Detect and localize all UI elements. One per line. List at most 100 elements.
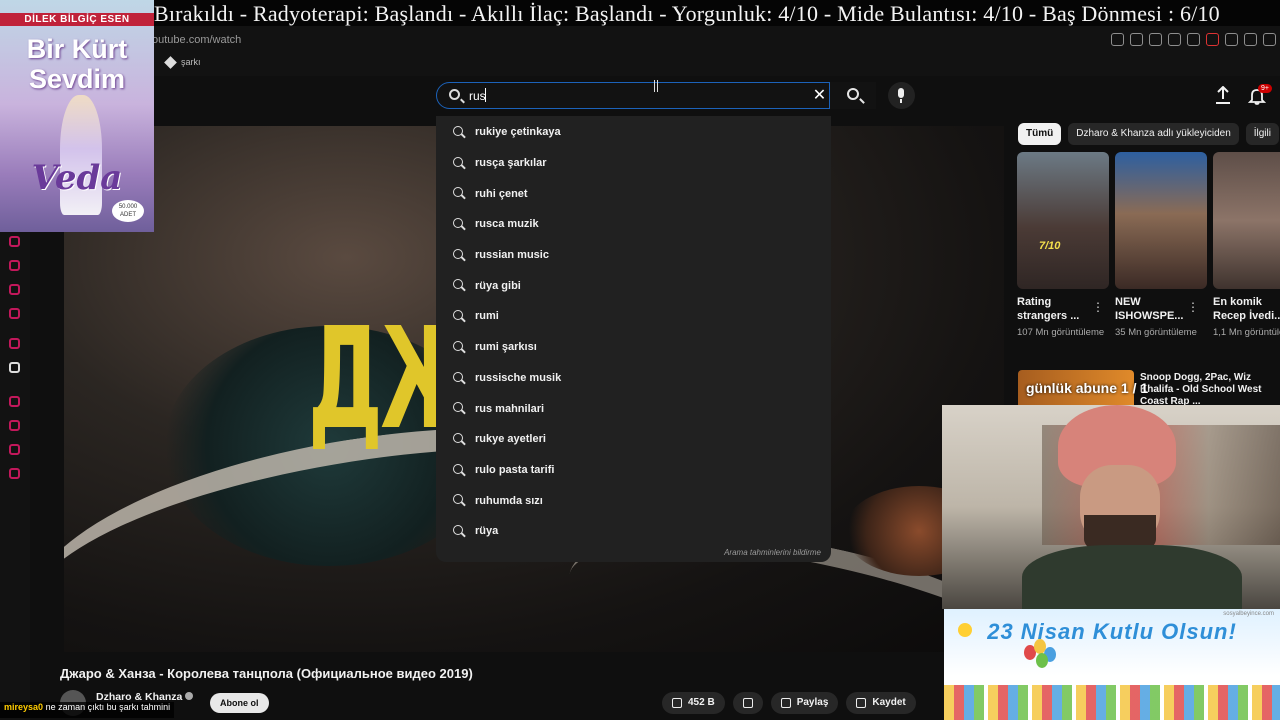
webcam-overlay [942, 405, 1280, 609]
share-icon [780, 698, 791, 708]
upload-icon[interactable] [1215, 86, 1231, 104]
instagram-icon[interactable] [9, 338, 20, 349]
suggestion-item[interactable]: rüya [436, 516, 831, 547]
search-icon [453, 310, 463, 321]
sidebar-app-icon[interactable] [9, 308, 20, 319]
x-icon[interactable] [9, 362, 20, 373]
book-cover-overlay: DİLEK BİLGİÇ ESEN Bir Kürt Sevdim Veda 5… [0, 0, 154, 232]
stream-chat-message: mireysa0 ne zaman çıktı bu şarkı tahmini [0, 702, 175, 718]
video-actions: 452 B Paylaş Kaydet [662, 692, 916, 714]
play-icon[interactable] [1168, 33, 1181, 46]
sidebar-app-icon[interactable] [9, 284, 20, 295]
suggestion-item[interactable]: rumi şarkısı [436, 332, 831, 363]
puzzle-icon[interactable] [1225, 33, 1238, 46]
search-icon [453, 463, 463, 474]
report-predictions-link[interactable]: Arama tahminlerini bildirme [724, 548, 821, 557]
search-input[interactable] [469, 87, 799, 105]
save-button[interactable]: Kaydet [846, 692, 916, 714]
like-button[interactable]: 452 B [662, 692, 725, 714]
chat-text: ne zaman çıktı bu şarkı tahmini [45, 702, 171, 712]
short-thumbnail[interactable]: 7/10 [1017, 152, 1109, 289]
chip-related[interactable]: İlgili [1245, 123, 1279, 145]
suggestion-item[interactable]: russian music [436, 240, 831, 271]
book-author: DİLEK BİLGİÇ ESEN [0, 13, 154, 26]
status-ticker: Bırakıldı - Radyoterapi: Başlandı - Akıl… [0, 0, 1280, 26]
suggestion-label: rüya gibi [475, 279, 521, 292]
sidebar-app-icon[interactable] [9, 236, 20, 247]
opera-extension-icon[interactable] [1206, 33, 1219, 46]
short-card[interactable]: En komik Recep İvedi... 1,1 Mn görüntüle… [1213, 152, 1280, 339]
short-title[interactable]: Rating strangers ... [1017, 295, 1095, 323]
short-thumbnail[interactable] [1115, 152, 1207, 289]
menu-icon[interactable] [1263, 33, 1276, 46]
verified-icon [185, 692, 194, 700]
suggestion-label: rulo pasta tarifi [475, 463, 555, 476]
short-views: 107 Mn görüntüleme [1017, 327, 1105, 338]
chip-all[interactable]: Tümü [1018, 123, 1062, 145]
address-bar[interactable]: outube.com/watch [152, 34, 241, 46]
pin-icon[interactable] [1111, 33, 1124, 46]
sidebar-app-icon[interactable] [9, 396, 20, 407]
tab-icon[interactable] [1130, 33, 1143, 46]
shield-icon[interactable] [1149, 33, 1162, 46]
recommended-title[interactable]: Snoop Dogg, 2Pac, Wiz Khalifa - Old Scho… [1140, 372, 1280, 408]
suggestion-item[interactable]: rüya gibi [436, 270, 831, 301]
settings-icon[interactable] [9, 468, 20, 479]
history-icon[interactable] [9, 420, 20, 431]
stream-overlay-counter: günlük abune 1 / 1 [1026, 380, 1149, 396]
suggestion-item[interactable]: rulo pasta tarifi [436, 455, 831, 486]
subscribe-button[interactable]: Abone ol [210, 693, 269, 713]
suggestion-item[interactable]: ruhi çenet [436, 178, 831, 209]
search-box[interactable] [436, 82, 830, 109]
suggestion-item[interactable]: russische musik [436, 363, 831, 394]
suggestion-label: rus mahnilari [475, 402, 545, 415]
suggestion-label: russian music [475, 249, 549, 262]
more-options-icon[interactable]: ⋮ [1092, 300, 1104, 314]
suggestion-label: rüya [475, 525, 499, 538]
search-icon [453, 248, 463, 259]
browser-toolbar: outube.com/watch şarkı [0, 26, 1280, 76]
thumbs-down-icon [742, 698, 753, 708]
book-title: Bir Kürt Sevdim [26, 34, 128, 94]
suggestion-label: rusça şarkılar [475, 157, 547, 170]
more-options-icon[interactable]: ⋮ [1187, 300, 1199, 314]
mouse-cursor [654, 80, 658, 92]
bookmark-item[interactable]: şarkı [164, 55, 201, 69]
heart-icon[interactable] [1187, 33, 1200, 46]
suggestion-item[interactable]: rumi [436, 301, 831, 332]
search-icon [453, 524, 463, 535]
clear-search-button[interactable]: ✕ [812, 88, 827, 104]
search-icon [453, 156, 463, 167]
suggestion-item[interactable]: rukye ayetleri [436, 424, 831, 455]
search-icon [453, 432, 463, 443]
search-suggestions: rukiye çetinkaya rusça şarkılar ruhi çenet… [436, 116, 831, 562]
suggestion-label: rumi [475, 310, 499, 323]
share-button[interactable]: Paylaş [770, 692, 839, 714]
short-title[interactable]: En komik Recep İvedi... [1213, 295, 1280, 323]
suggestion-label: rumi şarkısı [475, 341, 537, 354]
short-thumbnail[interactable] [1213, 152, 1280, 289]
like-count: 452 B [688, 697, 715, 708]
chip-uploader[interactable]: Dzharo & Khanza adlı yükleyiciden [1068, 123, 1239, 145]
short-views: 35 Mn görüntüleme [1115, 327, 1197, 338]
suggestion-item[interactable]: rusca muzik [436, 209, 831, 240]
voice-search-button[interactable] [888, 82, 915, 109]
notification-badge: 9+ [1258, 84, 1272, 93]
book-subtitle: Veda [31, 158, 123, 198]
suggestion-item[interactable]: rusça şarkılar [436, 148, 831, 179]
filter-chips: Tümü Dzharo & Khanza adlı yükleyiciden İ… [1018, 123, 1279, 145]
sidebar-app-icon[interactable] [9, 444, 20, 455]
save-label: Kaydet [872, 697, 906, 708]
suggestion-item[interactable]: rukiye çetinkaya [436, 117, 831, 148]
sidebar-app-icon[interactable] [9, 260, 20, 271]
banner-site: sosyalbeyince.com [1223, 611, 1274, 617]
short-title[interactable]: NEW ISHOWSPE... [1115, 295, 1193, 323]
webcam-shirt [1022, 545, 1242, 609]
search-button[interactable] [830, 82, 876, 109]
share-icon[interactable] [1244, 33, 1257, 46]
dislike-button[interactable] [732, 692, 763, 714]
share-label: Paylaş [796, 697, 829, 708]
suggestion-item[interactable]: rus mahnilari [436, 393, 831, 424]
holiday-banner: sosyalbeyince.com 23 Nisan Kutlu Olsun! [944, 609, 1280, 720]
suggestion-item[interactable]: ruhumda sızı [436, 485, 831, 516]
